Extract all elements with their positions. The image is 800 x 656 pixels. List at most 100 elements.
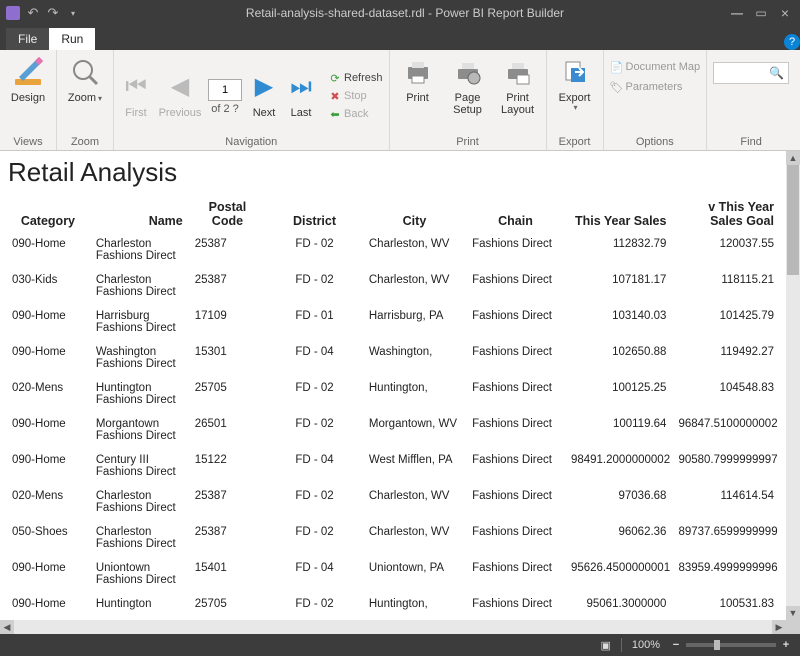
cell-chain: Fashions Direct — [466, 232, 565, 268]
cell-tys: 103140.03 — [565, 304, 673, 340]
cell-chain: Fashions Direct — [466, 304, 565, 340]
cell-district: FD - 04 — [266, 556, 363, 592]
page-setup-button[interactable]: Page Setup — [446, 54, 490, 116]
cell-postal: 15122 — [189, 448, 266, 484]
print-button[interactable]: Print — [396, 54, 440, 104]
scroll-down-button[interactable]: ▼ — [786, 606, 800, 620]
zoom-slider[interactable] — [686, 643, 776, 647]
back-label: Back — [344, 108, 368, 120]
group-find-label: Find — [713, 134, 789, 148]
zoom-out-button[interactable]: − — [670, 639, 682, 651]
cell-name: Washington Fashions Direct — [90, 340, 189, 376]
group-views: Design Views — [0, 50, 57, 150]
cell-city: West Mifflen, PA — [363, 448, 466, 484]
cell-postal: 25387 — [189, 232, 266, 268]
last-button[interactable]: ⏭ Last — [286, 69, 316, 119]
export-button[interactable]: Export▾ — [553, 54, 597, 113]
cell-category: 090-Home — [6, 592, 90, 616]
page-setup-label: Page Setup — [446, 92, 490, 116]
help-button[interactable]: ? — [784, 34, 800, 50]
zoom-in-button[interactable]: + — [780, 639, 792, 651]
print-layout-button[interactable]: Print Layout — [496, 54, 540, 116]
zoom-slider-thumb[interactable] — [714, 640, 720, 650]
window-title: Retail-analysis-shared-dataset.rdl - Pow… — [80, 6, 730, 20]
cell-category: 090-Home — [6, 556, 90, 592]
group-print-label: Print — [396, 134, 540, 148]
design-button[interactable]: Design — [6, 54, 50, 104]
col-chain: Chain — [466, 196, 565, 232]
cell-city: Charleston, WV — [363, 268, 466, 304]
cell-postal: 25705 — [189, 592, 266, 616]
group-zoom: Zoom▾ Zoom — [57, 50, 114, 150]
cell-goal: 90580.7999999997 — [672, 448, 780, 484]
table-row: 090-HomeMorgantown Fashions Direct26501F… — [6, 412, 780, 448]
next-button[interactable]: ▶ Next — [248, 69, 280, 119]
close-button[interactable]: × — [778, 6, 792, 20]
cell-postal: 15301 — [189, 340, 266, 376]
group-zoom-label: Zoom — [63, 134, 107, 148]
cell-district: FD - 02 — [266, 268, 363, 304]
zoom-button[interactable]: Zoom▾ — [63, 54, 107, 104]
last-label: Last — [291, 107, 312, 119]
cell-goal: 96847.5100000002 — [672, 412, 780, 448]
ribbon-tabs: File Run ? — [0, 26, 800, 50]
cell-district: FD - 02 — [266, 412, 363, 448]
maximize-button[interactable]: ▭ — [754, 6, 768, 20]
table-row: 030-KidsCharleston Fashions Direct25387F… — [6, 268, 780, 304]
minimize-button[interactable]: — — [730, 6, 744, 20]
hscroll-right-button[interactable]: ▶ — [772, 620, 786, 634]
find-input[interactable]: 🔍 — [713, 62, 789, 84]
cell-chain: Fashions Direct — [466, 268, 565, 304]
cell-tys: 102650.88 — [565, 340, 673, 376]
qat-dropdown[interactable]: ▾ — [66, 6, 80, 20]
horizontal-scrollbar[interactable]: ◀ ▶ — [0, 620, 800, 634]
cell-district: FD - 04 — [266, 340, 363, 376]
cell-category: 090-Home — [6, 340, 90, 376]
view-mode-button[interactable]: ▣ — [600, 639, 610, 652]
first-label: First — [125, 107, 146, 119]
cell-category: 090-Home — [6, 232, 90, 268]
print-layout-label: Print Layout — [496, 92, 540, 116]
tab-file[interactable]: File — [6, 28, 49, 50]
document-map-button[interactable]: 📄Document Map — [610, 60, 701, 74]
cell-name: Charleston Fashions Direct — [90, 268, 189, 304]
table-row: 090-HomeHuntington25705FD - 02Huntington… — [6, 592, 780, 616]
col-name: Name — [90, 196, 189, 232]
cell-tys: 97036.68 — [565, 484, 673, 520]
cell-city: Morgantown, WV — [363, 412, 466, 448]
cell-category: 020-Mens — [6, 484, 90, 520]
redo-button[interactable]: ↷ — [46, 6, 60, 20]
back-button[interactable]: ⬅Back — [328, 107, 383, 121]
undo-button[interactable]: ↶ — [26, 6, 40, 20]
cell-name: Harrisburg Fashions Direct — [90, 304, 189, 340]
cell-goal: 83959.4999999996 — [672, 556, 780, 592]
scroll-thumb[interactable] — [787, 165, 799, 275]
scroll-up-button[interactable]: ▲ — [786, 151, 800, 165]
cell-district: FD - 02 — [266, 232, 363, 268]
cell-district: FD - 02 — [266, 520, 363, 556]
scroll-track[interactable] — [786, 165, 800, 606]
vertical-scrollbar[interactable]: ▲ ▼ — [786, 151, 800, 620]
hscroll-left-button[interactable]: ◀ — [0, 620, 14, 634]
parameters-button[interactable]: 🏷Parameters — [610, 80, 683, 94]
cell-name: Charleston Fashions Direct — [90, 520, 189, 556]
design-icon — [12, 56, 44, 88]
cell-tys: 95626.4500000001 — [565, 556, 673, 592]
table-row: 090-HomeCharleston Fashions Direct25387F… — [6, 232, 780, 268]
app-icon — [6, 6, 20, 20]
page-number-input[interactable] — [208, 79, 242, 101]
table-header-row: Category Name Postal Code District City … — [6, 196, 780, 232]
group-print: Print Page Setup Print Layout Print — [390, 50, 547, 150]
first-icon: ⏮ — [120, 71, 152, 103]
hscroll-track[interactable] — [14, 620, 772, 634]
table-row: 090-HomeCentury III Fashions Direct15122… — [6, 448, 780, 484]
cell-tys: 100119.64 — [565, 412, 673, 448]
cell-postal: 25705 — [189, 376, 266, 412]
refresh-button[interactable]: ⟳Refresh — [328, 71, 383, 85]
stop-button[interactable]: ✖Stop — [328, 89, 383, 103]
cell-goal: 100531.83 — [672, 592, 780, 616]
col-city: City — [363, 196, 466, 232]
tab-run[interactable]: Run — [49, 28, 95, 50]
cell-goal: 119492.27 — [672, 340, 780, 376]
table-row: 090-HomeUniontown Fashions Direct15401FD… — [6, 556, 780, 592]
